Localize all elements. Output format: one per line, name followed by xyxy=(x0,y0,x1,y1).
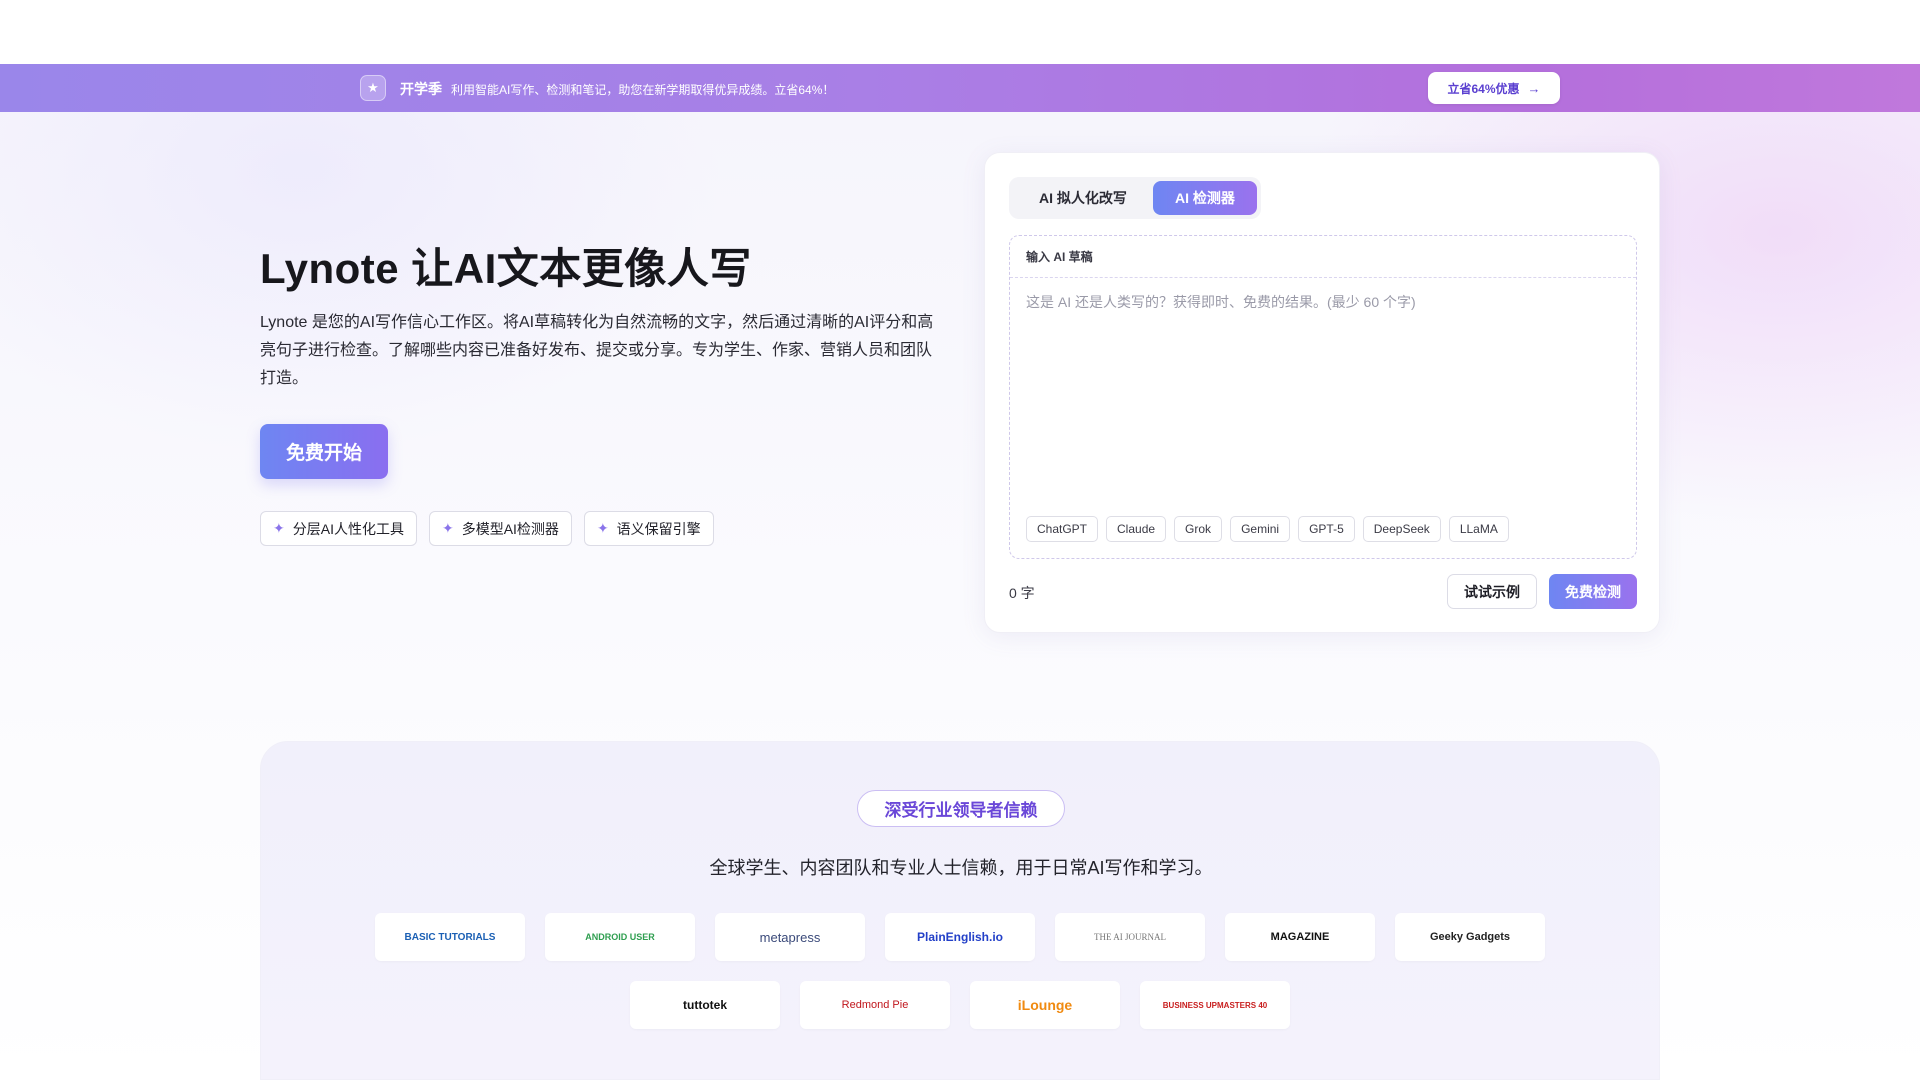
logo-text: iLounge xyxy=(1017,997,1073,1013)
top-navbar xyxy=(0,0,1920,64)
draft-editor: 输入 AI 草稿 ChatGPT Claude Grok Gemini GPT-… xyxy=(1009,235,1637,559)
model-list: ChatGPT Claude Grok Gemini GPT-5 DeepSee… xyxy=(1026,516,1509,542)
draft-input[interactable] xyxy=(1026,292,1622,492)
logo-text: metapress xyxy=(759,929,821,945)
logo-text: BUSINESS UPMASTERS 40 xyxy=(1162,1000,1268,1010)
model-tag: Grok xyxy=(1174,516,1223,542)
model-tag: GPT-5 xyxy=(1298,516,1355,542)
partner-logo: PlainEnglish.io xyxy=(885,913,1035,961)
promo-title: 开学季 xyxy=(400,81,442,97)
start-free-button[interactable]: 免费开始 xyxy=(260,424,388,479)
arrow-right-icon: → xyxy=(1527,80,1541,96)
partner-logo: ANDROID USER xyxy=(545,913,695,961)
tab-humanizer[interactable]: AI 拟人化改写 xyxy=(1013,181,1153,215)
partner-logo: MAGAZINE xyxy=(1225,913,1375,961)
free-detect-button[interactable]: 免费检测 xyxy=(1549,574,1637,609)
sparkle-icon: ✦ xyxy=(441,520,454,536)
model-tag: Gemini xyxy=(1230,516,1291,542)
feature-chip: ✦ 分层AI人性化工具 xyxy=(260,511,417,546)
promo-discount-button[interactable]: 立省64%优惠 → xyxy=(1428,72,1560,104)
word-count: 0 字 xyxy=(1009,585,1035,601)
logo-text: THE AI JOURNAL xyxy=(1094,932,1166,942)
editor-label: 输入 AI 草稿 xyxy=(1010,236,1636,278)
trust-badge: 深受行业领导者信赖 xyxy=(857,790,1065,827)
model-tag: ChatGPT xyxy=(1026,516,1099,542)
partner-logo: iLounge xyxy=(970,981,1120,1029)
tab-ai-detector[interactable]: AI 检测器 xyxy=(1153,181,1257,215)
logo-text: BASIC TUTORIALS xyxy=(404,931,496,943)
mode-tabs: AI 拟人化改写 AI 检测器 xyxy=(1009,177,1261,219)
hero-description: Lynote 是您的AI写作信心工作区。将AI草稿转化为自然流畅的文字，然后通过… xyxy=(260,314,934,387)
feature-chip: ✦ 多模型AI检测器 xyxy=(428,511,572,546)
star-icon: ★ xyxy=(360,75,386,101)
feature-chip-label: 分层AI人性化工具 xyxy=(292,520,404,537)
sparkle-icon: ✦ xyxy=(596,520,609,536)
promo-text: 利用智能AI写作、检测和笔记，助您在新学期取得优异成绩。立省64%！ xyxy=(451,83,835,97)
partner-logo: metapress xyxy=(715,913,865,961)
promo-button-label: 立省64%优惠 xyxy=(1447,81,1520,96)
logo-text: Redmond Pie xyxy=(841,999,909,1011)
logo-text: PlainEnglish.io xyxy=(916,930,1003,944)
partner-logo: BUSINESS UPMASTERS 40 xyxy=(1140,981,1290,1029)
partner-logo: THE AI JOURNAL xyxy=(1055,913,1205,961)
promo-banner: ★ 开学季 利用智能AI写作、检测和笔记，助您在新学期取得优异成绩。立省64%！… xyxy=(0,64,1920,112)
feature-chip-label: 语义保留引擎 xyxy=(616,520,701,537)
partner-logo: tuttotek xyxy=(630,981,780,1029)
sparkle-icon: ✦ xyxy=(273,520,285,536)
feature-chips: ✦ 分层AI人性化工具 ✦ 多模型AI检测器 ✦ 语义保留引擎 xyxy=(260,511,714,546)
hero-title: Lynote 让AI文本更像人写 xyxy=(260,245,752,292)
trust-subtitle: 全球学生、内容团队和专业人士信赖，用于日常AI写作和学习。 xyxy=(709,858,1213,878)
partner-logo: Geeky Gadgets xyxy=(1395,913,1545,961)
logo-text: ANDROID USER xyxy=(585,932,655,942)
trust-section: 深受行业领导者信赖 全球学生、内容团队和专业人士信赖，用于日常AI写作和学习。 … xyxy=(260,741,1660,1080)
feature-chip-label: 多模型AI检测器 xyxy=(461,520,559,537)
feature-chip: ✦ 语义保留引擎 xyxy=(583,511,714,546)
model-tag: Claude xyxy=(1106,516,1167,542)
try-sample-button[interactable]: 试试示例 xyxy=(1447,574,1537,609)
model-tag: DeepSeek xyxy=(1362,516,1441,542)
detector-card: AI 拟人化改写 AI 检测器 输入 AI 草稿 ChatGPT Claude … xyxy=(984,152,1660,633)
model-tag: LLaMA xyxy=(1448,516,1509,542)
partner-logo: Redmond Pie xyxy=(800,981,950,1029)
partner-logo: BASIC TUTORIALS xyxy=(375,913,525,961)
logo-text: MAGAZINE xyxy=(1270,931,1330,943)
logo-text: tuttotek xyxy=(683,998,727,1012)
logo-text: Geeky Gadgets xyxy=(1429,931,1511,943)
